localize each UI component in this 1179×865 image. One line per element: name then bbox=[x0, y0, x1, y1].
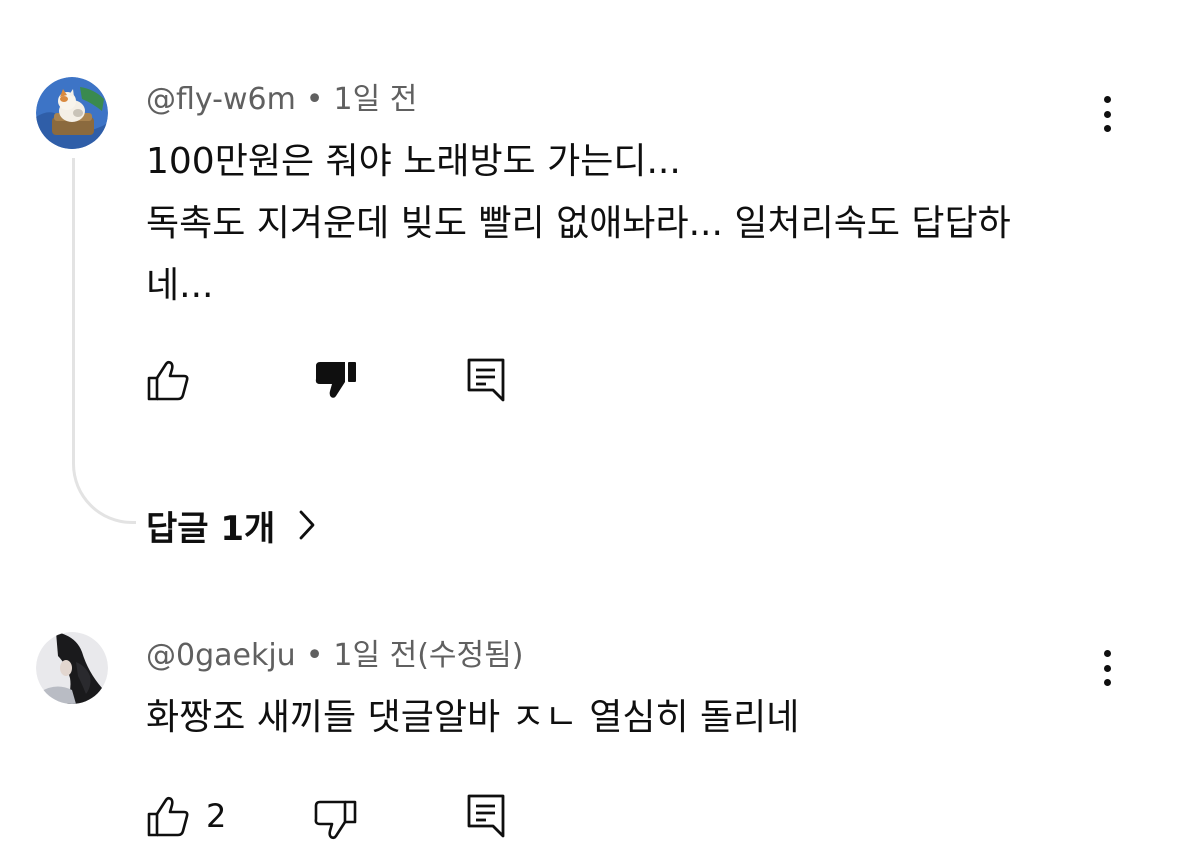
dislike-button[interactable] bbox=[314, 356, 358, 404]
like-count: 2 bbox=[206, 797, 227, 835]
reply-button[interactable] bbox=[466, 792, 506, 840]
like-button[interactable]: 2 bbox=[146, 792, 226, 840]
comment-time: 1일 전 bbox=[333, 82, 418, 117]
view-replies-button[interactable]: 답글 1개 bbox=[146, 500, 317, 550]
author-handle[interactable]: @0gaekju bbox=[146, 638, 296, 673]
like-icon bbox=[147, 796, 189, 837]
avatar[interactable] bbox=[36, 77, 108, 149]
like-icon bbox=[147, 360, 189, 401]
comment-line: 네... bbox=[146, 265, 214, 306]
reply-icon bbox=[467, 358, 505, 402]
comment-line: 화짱조 새끼들 댓글알바 ㅈㄴ 열심히 돌리네 bbox=[146, 697, 800, 738]
comment-time: 1일 전(수정됨) bbox=[333, 638, 524, 673]
dislike-button[interactable] bbox=[314, 796, 358, 844]
dislike-icon bbox=[314, 800, 357, 840]
avatar[interactable] bbox=[36, 632, 108, 704]
comment-meta: @fly-w6m • 1일 전 bbox=[146, 80, 417, 120]
comment-line: 100만원은 줘야 노래방도 가는디... bbox=[146, 141, 681, 182]
reply-icon bbox=[467, 794, 505, 838]
more-options-button[interactable] bbox=[1090, 646, 1124, 690]
comment-meta: @0gaekju • 1일 전(수정됨) bbox=[146, 636, 523, 676]
chevron-right-icon bbox=[299, 510, 315, 540]
meta-separator: • bbox=[305, 82, 324, 117]
thread-connector bbox=[72, 158, 136, 524]
comment-line: 독촉도 지겨운데 빚도 빨리 없애놔라... 일처리속도 답답하 bbox=[146, 203, 1011, 244]
reply-button[interactable] bbox=[466, 356, 506, 404]
comment-text: 100만원은 줘야 노래방도 가는디... 독촉도 지겨운데 빚도 빨리 없애놔… bbox=[146, 131, 1106, 317]
author-handle[interactable]: @fly-w6m bbox=[146, 82, 296, 117]
more-vertical-icon bbox=[1103, 96, 1111, 103]
like-button[interactable] bbox=[146, 356, 190, 404]
more-options-button[interactable] bbox=[1090, 92, 1124, 136]
comment-text: 화짱조 새끼들 댓글알바 ㅈㄴ 열심히 돌리네 bbox=[146, 687, 1106, 749]
replies-label: 답글 1개 bbox=[146, 508, 276, 549]
more-vertical-icon bbox=[1103, 650, 1111, 657]
meta-separator: • bbox=[305, 638, 324, 673]
dislike-filled-icon bbox=[315, 362, 356, 398]
